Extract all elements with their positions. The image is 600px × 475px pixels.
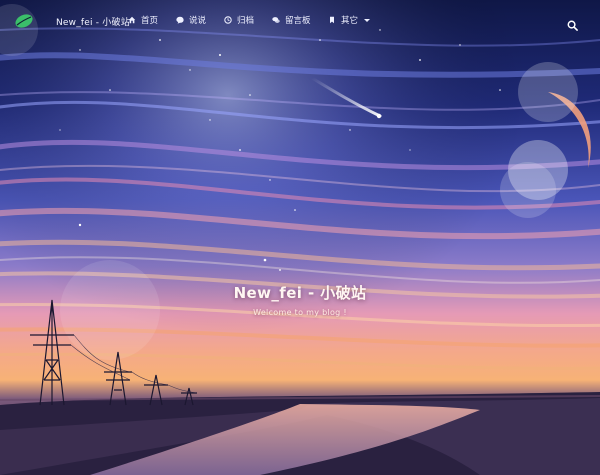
leaf-logo-icon[interactable] xyxy=(14,12,34,30)
nav-item-label: 其它 xyxy=(341,16,359,26)
nav-item-guestbook[interactable]: 留言板 xyxy=(272,14,311,26)
nav-item-home[interactable]: 首页 xyxy=(128,14,158,26)
search-icon[interactable] xyxy=(567,16,578,31)
nav-item-label: 首页 xyxy=(141,16,159,26)
hero-subtitle: Welcome to my blog ! xyxy=(253,308,347,317)
chat-bubbles-icon xyxy=(272,17,280,23)
nav-item-label: 留言板 xyxy=(285,16,311,26)
nav-item-talk[interactable]: 说说 xyxy=(176,14,206,26)
chevron-down-icon xyxy=(364,18,371,22)
comment-dots-icon xyxy=(176,16,184,24)
clock-icon xyxy=(224,16,232,24)
nav-item-label: 归档 xyxy=(237,16,255,26)
home-icon xyxy=(128,16,136,24)
nav-item-more[interactable]: 其它 xyxy=(328,14,371,26)
hero-background xyxy=(0,0,600,475)
hero-title: New_fei - 小破站 xyxy=(233,284,367,302)
top-navbar: New_fei - 小破站 首页 说说 归档 留言板 其它 xyxy=(0,0,600,42)
site-title[interactable]: New_fei - 小破站 xyxy=(56,15,130,28)
nav-item-label: 说说 xyxy=(189,16,207,26)
bookmark-icon xyxy=(330,16,334,24)
nav-item-archive[interactable]: 归档 xyxy=(224,14,254,26)
